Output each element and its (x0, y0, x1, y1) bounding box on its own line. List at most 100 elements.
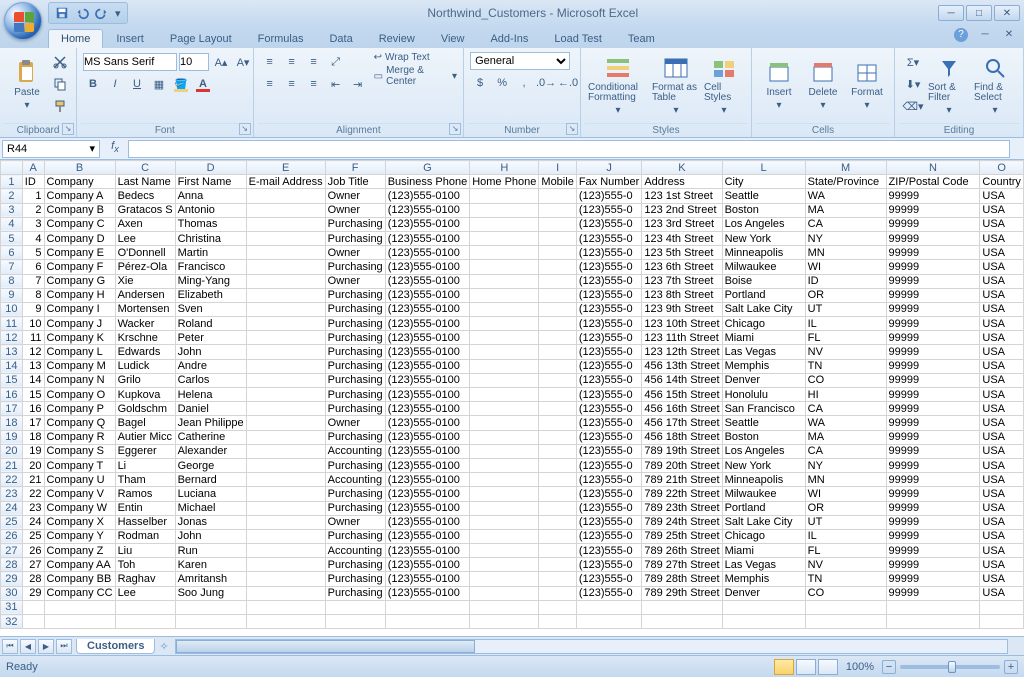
cell[interactable]: 21 (22, 473, 44, 487)
cell[interactable] (470, 274, 539, 288)
cell[interactable]: 28 (22, 572, 44, 586)
cell[interactable]: (123)555-0100 (385, 529, 470, 543)
cell[interactable]: (123)555-0 (576, 345, 642, 359)
cell[interactable]: USA (980, 260, 1024, 274)
conditional-formatting-button[interactable]: Conditional Formatting▾ (587, 52, 649, 118)
cell[interactable] (539, 416, 576, 430)
office-button[interactable] (4, 2, 42, 40)
cell[interactable]: WI (805, 487, 886, 501)
cell[interactable]: (123)555-0 (576, 586, 642, 600)
cell[interactable]: Denver (722, 373, 805, 387)
cell[interactable]: 456 16th Street (642, 402, 722, 416)
save-icon[interactable] (55, 6, 69, 20)
cell[interactable]: New York (722, 231, 805, 245)
cell[interactable]: Company M (44, 359, 115, 373)
row-header[interactable]: 15 (1, 373, 23, 387)
cell[interactable]: Owner (325, 246, 385, 260)
cell[interactable]: Krschne (115, 331, 175, 345)
cell[interactable]: (123)555-0 (576, 529, 642, 543)
cell[interactable]: Company N (44, 373, 115, 387)
row-header[interactable]: 3 (1, 203, 23, 217)
cell[interactable]: Portland (722, 288, 805, 302)
close-button[interactable]: ✕ (994, 5, 1020, 21)
cell[interactable] (470, 600, 539, 614)
cell[interactable] (539, 572, 576, 586)
insert-cells-button[interactable]: Insert▾ (758, 52, 800, 118)
cell[interactable]: CO (805, 586, 886, 600)
cell[interactable] (980, 600, 1024, 614)
cell[interactable]: USA (980, 217, 1024, 231)
cell[interactable] (246, 416, 325, 430)
cell[interactable] (470, 558, 539, 572)
cell[interactable]: USA (980, 586, 1024, 600)
help-icon[interactable]: ? (954, 28, 968, 42)
zoom-level[interactable]: 100% (846, 661, 874, 673)
cell[interactable] (470, 331, 539, 345)
cell[interactable]: 123 9th Street (642, 302, 722, 316)
cell[interactable]: 123 11th Street (642, 331, 722, 345)
cell[interactable]: Boise (722, 274, 805, 288)
cell[interactable]: (123)555-0 (576, 203, 642, 217)
column-header[interactable]: K (642, 161, 722, 175)
cell[interactable]: Fax Number (576, 175, 642, 189)
cell[interactable]: Bernard (175, 473, 246, 487)
cell[interactable] (246, 373, 325, 387)
cell[interactable]: Las Vegas (722, 345, 805, 359)
cell[interactable]: CA (805, 402, 886, 416)
cell[interactable]: Axen (115, 217, 175, 231)
cell[interactable]: (123)555-0100 (385, 444, 470, 458)
cell[interactable]: Los Angeles (722, 217, 805, 231)
cell[interactable]: Purchasing (325, 231, 385, 245)
cell[interactable]: (123)555-0 (576, 430, 642, 444)
tab-insert[interactable]: Insert (103, 29, 157, 48)
cell[interactable] (246, 274, 325, 288)
cell[interactable]: Karen (175, 558, 246, 572)
cell[interactable]: Catherine (175, 430, 246, 444)
cell[interactable] (246, 317, 325, 331)
cell[interactable] (539, 317, 576, 331)
cell[interactable]: Christina (175, 231, 246, 245)
cell[interactable] (539, 586, 576, 600)
increase-indent-button[interactable]: ⇥ (348, 74, 368, 94)
row-header[interactable]: 12 (1, 331, 23, 345)
cell[interactable]: Mortensen (115, 302, 175, 316)
cell[interactable]: (123)555-0 (576, 473, 642, 487)
cell[interactable]: 123 12th Street (642, 345, 722, 359)
cell[interactable]: Purchasing (325, 586, 385, 600)
cell[interactable] (325, 600, 385, 614)
maximize-button[interactable]: □ (966, 5, 992, 21)
cell[interactable]: 123 8th Street (642, 288, 722, 302)
view-page-layout-button[interactable] (796, 659, 816, 675)
close-workbook-icon[interactable]: ✕ (1002, 28, 1016, 42)
cell[interactable]: Company BB (44, 572, 115, 586)
cell[interactable] (539, 515, 576, 529)
cell[interactable] (246, 473, 325, 487)
cell[interactable] (246, 288, 325, 302)
cell[interactable] (246, 600, 325, 614)
column-header[interactable]: I (539, 161, 576, 175)
cell[interactable] (980, 615, 1024, 629)
view-normal-button[interactable] (774, 659, 794, 675)
cell[interactable]: USA (980, 317, 1024, 331)
cell[interactable]: Amritansh (175, 572, 246, 586)
autosum-button[interactable]: Σ▾ (901, 52, 925, 72)
cell[interactable]: FL (805, 544, 886, 558)
cell[interactable]: 99999 (886, 501, 980, 515)
cell[interactable]: Hasselber (115, 515, 175, 529)
clipboard-launcher[interactable]: ↘ (62, 123, 74, 135)
cell[interactable] (539, 331, 576, 345)
orientation-button[interactable]: ⤢ (326, 52, 346, 72)
cell[interactable]: (123)555-0 (576, 544, 642, 558)
cell[interactable]: USA (980, 501, 1024, 515)
cell[interactable]: 22 (22, 487, 44, 501)
cell[interactable]: 5 (22, 246, 44, 260)
cell[interactable] (246, 189, 325, 203)
sheet-nav-first[interactable]: ⏮ (2, 639, 18, 654)
cell[interactable]: Chicago (722, 529, 805, 543)
cell[interactable]: (123)555-0100 (385, 317, 470, 331)
cell[interactable] (470, 501, 539, 515)
cell[interactable]: (123)555-0 (576, 317, 642, 331)
cell[interactable] (246, 586, 325, 600)
cell[interactable]: 123 6th Street (642, 260, 722, 274)
cell[interactable]: 789 25th Street (642, 529, 722, 543)
